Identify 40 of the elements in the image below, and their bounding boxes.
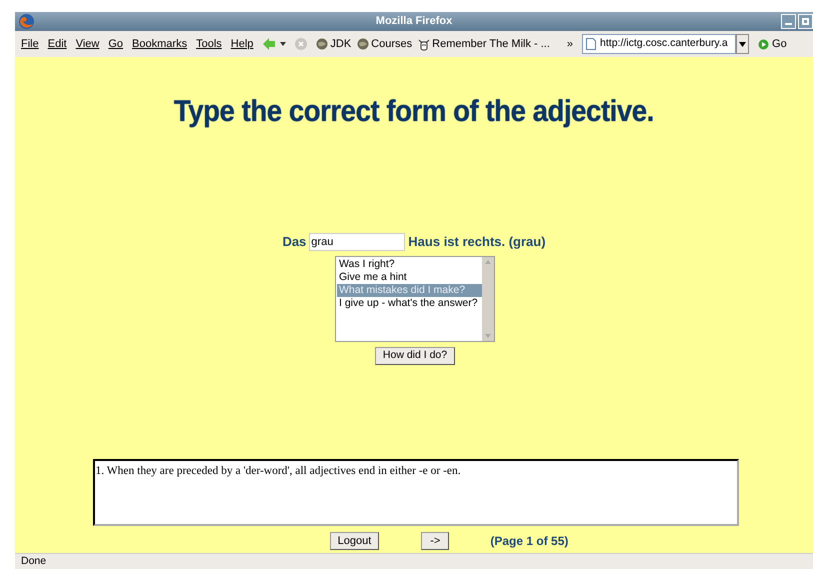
logout-button[interactable]: Logout [330,532,380,550]
go-button[interactable]: Go [758,36,787,52]
scrollbar[interactable] [482,256,494,340]
menu-item[interactable]: View [76,36,100,52]
feedback-box: 1. When they are preceded by a 'der-word', all adjectives end in either -e or -en. [92,458,738,526]
globe-icon [316,38,328,50]
minimize-button[interactable] [781,14,796,29]
menu-item[interactable]: Help [230,36,254,52]
firefox-icon [18,13,35,30]
window-title: Mozilla Firefox [376,14,452,30]
bookmark-item[interactable]: Courses [357,36,412,52]
list-option[interactable]: Was I right? [337,258,482,270]
menu-item[interactable]: Go [108,36,124,52]
menu-item[interactable]: Edit [48,36,67,52]
caret-icon [739,42,746,46]
bookmark-item[interactable]: JDK [316,36,352,52]
stop-icon[interactable] [295,38,308,50]
sentence-text: Das [282,233,306,251]
globe-icon [357,38,370,50]
page-indicator: (Page 1 of 55) [490,532,568,550]
maximize-button[interactable] [798,14,813,29]
overflow-chevron[interactable]: » [566,36,574,52]
check-button[interactable]: How did I do? [374,346,456,364]
page-icon [586,38,596,50]
list-option[interactable]: I give up - what's the answer? [337,296,482,310]
page-heading: Type the correct form of the adjective. [174,94,654,130]
next-button[interactable]: -> [421,532,450,550]
options-listbox[interactable]: Was I right? Give me a hint What mistakes did I make? I give up - what's the answer? [335,256,495,342]
menu-item[interactable]: Tools [196,36,222,52]
cow-icon [418,38,430,50]
bookmark-item[interactable]: Remember The Milk - ... [418,36,550,52]
dropdown-caret-icon[interactable] [280,42,286,46]
menu-item[interactable]: File [21,36,39,52]
url-field[interactable]: http://ictg.cosc.canterbury.a [582,34,736,54]
sentence-text: Haus ist rechts. (grau) [408,233,546,251]
answer-field[interactable]: grau [309,232,406,251]
list-option[interactable]: Give me a hint [337,270,482,284]
menu-item[interactable]: Bookmarks [132,36,188,52]
status-bar: Done [15,553,813,569]
url-dropdown-button[interactable] [736,34,750,54]
